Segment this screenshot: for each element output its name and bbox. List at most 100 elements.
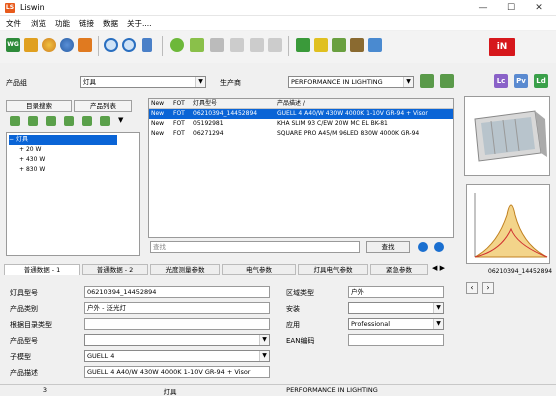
scroll-up-icon[interactable] xyxy=(434,242,444,252)
column-header[interactable]: FOT xyxy=(171,99,191,109)
tree-tool-icon[interactable] xyxy=(82,116,92,126)
minimize-icon[interactable]: — xyxy=(476,2,490,14)
table-row[interactable]: New FOT 06271294 SQUARE PRO A45/M 96LED … xyxy=(149,129,453,139)
toolbar-separator xyxy=(162,36,163,56)
tab-product-list[interactable]: 产品列表 xyxy=(74,100,132,112)
table-cell: New xyxy=(151,110,165,117)
table-cell: SQUARE PRO A45/M 96LED 830W 4000K GR-94 xyxy=(277,130,420,137)
photometric-chart xyxy=(466,184,550,264)
filter-add-icon[interactable] xyxy=(420,74,434,88)
catalog-type-field[interactable] xyxy=(84,318,270,330)
tab-electrical[interactable]: 电气参数 xyxy=(222,264,296,275)
tab-scroll-icon[interactable]: ◀ ▶ xyxy=(432,264,445,272)
tab-photometric[interactable]: 光度测量参数 xyxy=(150,264,220,275)
close-icon[interactable]: ✕ xyxy=(532,2,546,14)
table-row[interactable]: New FOT 06210394_14452894 GUELL 4 A40/W … xyxy=(149,109,453,119)
tree-tool-icon[interactable] xyxy=(28,116,38,126)
tree-node[interactable]: + 830 W xyxy=(19,165,151,175)
title-bar xyxy=(0,0,556,16)
brand-logo: iN xyxy=(489,38,515,56)
tree-expander-icon[interactable]: + xyxy=(19,166,24,173)
tools-set-icon[interactable] xyxy=(350,38,364,52)
search-button[interactable]: 查找 xyxy=(366,241,410,253)
lc-icon[interactable]: Lc xyxy=(494,74,508,88)
app-icon: LS xyxy=(5,3,15,13)
sheet-icon[interactable] xyxy=(296,38,310,52)
table-cell: FOT xyxy=(173,110,185,117)
advanced-search-icon[interactable] xyxy=(122,38,136,52)
category-tree: − 灯具 + 20 W + 430 W + 830 W xyxy=(6,132,140,256)
area-type-field[interactable]: 户外 xyxy=(348,286,444,298)
tree-tool-icon[interactable] xyxy=(100,116,110,126)
compare-icon[interactable] xyxy=(190,38,204,52)
lamp-icon[interactable] xyxy=(314,38,328,52)
menu-data[interactable]: 数据 xyxy=(103,18,118,29)
wg-icon[interactable]: WG xyxy=(6,38,20,52)
search-icon[interactable] xyxy=(104,38,118,52)
area-type-label: 区域类型 xyxy=(286,289,314,297)
product-description-field[interactable]: GUELL 4 A40/W 430W 4000K 1-10V GR-94 + V… xyxy=(84,366,270,378)
tree-node[interactable]: + 20 W xyxy=(19,145,151,155)
table-cell: KHA SLIM 93 C/EW 20W MC EL BK-81 xyxy=(277,120,388,127)
table-cell: 06210394_14452894 xyxy=(193,110,258,117)
catalog-type-label: 根据目录类型 xyxy=(10,321,52,329)
lamp-model-field[interactable]: 06210394_14452894 xyxy=(84,286,270,298)
menu-file[interactable]: 文件 xyxy=(6,18,21,29)
prev-image-button[interactable]: ‹ xyxy=(466,282,478,294)
product-group-select[interactable]: 灯具 ▼ xyxy=(80,76,206,88)
tree-tool-icon[interactable] xyxy=(46,116,56,126)
wrench-icon[interactable] xyxy=(332,38,346,52)
next-image-button[interactable]: › xyxy=(482,282,494,294)
tab-emergency[interactable]: 紧急参数 xyxy=(370,264,428,275)
tab-catalog-search[interactable]: 目录搜索 xyxy=(6,100,72,112)
tree-expander-icon[interactable]: + xyxy=(19,146,24,153)
tree-expander-icon[interactable]: + xyxy=(19,156,24,163)
tree-tool-icon[interactable] xyxy=(10,116,20,126)
document-icon[interactable] xyxy=(142,38,152,52)
search-input[interactable]: 查找 xyxy=(150,241,360,253)
status-manufacturer: PERFORMANCE IN LIGHTING xyxy=(286,386,378,394)
tab-general-2[interactable]: 普通数据 - 2 xyxy=(82,264,148,275)
chart-icon[interactable] xyxy=(368,38,382,52)
product-category-field[interactable]: 户外 - 泛光灯 xyxy=(84,302,270,314)
sub-model-select[interactable]: GUELL 4 ▼ xyxy=(84,350,270,362)
table-cell: FOT xyxy=(173,120,185,127)
installation-select[interactable]: ▼ xyxy=(348,302,444,314)
application-select[interactable]: Professional ▼ xyxy=(348,318,444,330)
tree-menu-chevron-icon[interactable]: ▼ xyxy=(118,116,123,124)
tree-expander-icon[interactable]: − xyxy=(9,136,14,143)
globe-icon[interactable] xyxy=(60,38,74,52)
menu-about[interactable]: 关于.... xyxy=(127,18,152,29)
ean-label: EAN编码 xyxy=(286,337,315,345)
move-icon xyxy=(250,38,264,52)
table-row[interactable]: New FOT 05192981 KHA SLIM 93 C/EW 20W MC… xyxy=(149,119,453,129)
pencil-icon[interactable] xyxy=(24,38,38,52)
light-bulb-icon[interactable] xyxy=(42,38,56,52)
maximize-icon[interactable]: ☐ xyxy=(504,2,518,14)
scroll-down-icon[interactable] xyxy=(418,242,428,252)
filter-remove-icon[interactable] xyxy=(440,74,454,88)
gear-icon[interactable] xyxy=(170,38,184,52)
product-model-select[interactable]: ▼ xyxy=(84,334,270,346)
table-header: New FOT 灯具型号 产品描述 / xyxy=(149,99,453,109)
tree-node[interactable]: − 灯具 xyxy=(9,135,117,145)
tree-node[interactable]: + 430 W xyxy=(19,155,151,165)
ld-icon[interactable]: Ld xyxy=(534,74,548,88)
menu-browse[interactable]: 浏览 xyxy=(31,18,46,29)
column-header[interactable]: 产品描述 / xyxy=(275,99,453,109)
column-header[interactable]: 灯具型号 xyxy=(191,99,275,109)
column-header[interactable]: New xyxy=(149,99,171,109)
menu-function[interactable]: 功能 xyxy=(55,18,70,29)
tree-tool-icon[interactable] xyxy=(64,116,74,126)
lamp-model-label: 灯具型号 xyxy=(10,289,38,297)
application-label: 应用 xyxy=(286,321,300,329)
status-group: 灯具 xyxy=(163,388,177,396)
tab-lamp-electrical[interactable]: 灯具电气参数 xyxy=(298,264,368,275)
ean-field[interactable] xyxy=(348,334,444,346)
product-table: New FOT 灯具型号 产品描述 / New FOT 06210394_144… xyxy=(148,98,454,238)
pv-icon[interactable]: Pv xyxy=(514,74,528,88)
tab-general-1[interactable]: 普通数据 - 1 xyxy=(4,264,80,275)
tools-icon[interactable] xyxy=(78,38,92,52)
menu-link[interactable]: 链接 xyxy=(79,18,94,29)
manufacturer-select[interactable]: PERFORMANCE IN LIGHTING ▼ xyxy=(288,76,414,88)
